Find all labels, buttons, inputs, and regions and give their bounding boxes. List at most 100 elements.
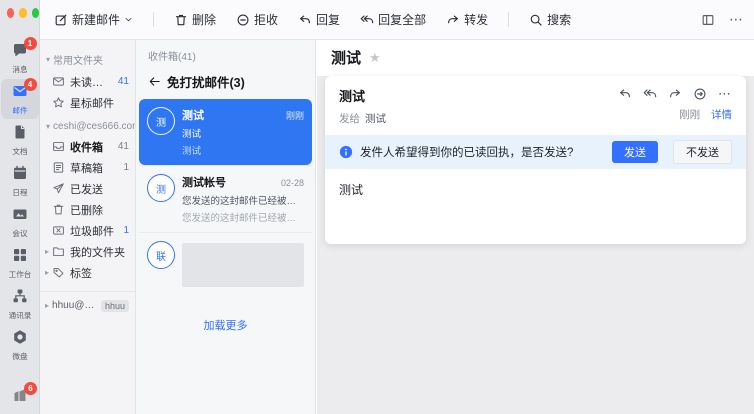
main-toolbar: 新建邮件 删除 拒收 回复 回复全部 转发 搜索 ⋯ <box>40 0 754 40</box>
disclosure-right-icon: ▸ <box>45 268 49 277</box>
info-icon <box>339 145 353 159</box>
mail-item[interactable]: 测 测试帐号 02-28 您发送的这封邮件已经被打开。 您发送的这封邮件已经被打… <box>139 165 312 232</box>
star-icon <box>52 96 65 109</box>
rail-item-contacts[interactable]: 通讯录 <box>1 284 39 324</box>
tag-icon <box>52 266 65 279</box>
rail-label: 文档 <box>1 146 37 156</box>
avatar: 测 <box>147 174 175 202</box>
folder-label: 未读邮件 <box>70 74 114 90</box>
avatar: 联 <box>147 241 175 269</box>
forward-label: 转发 <box>464 11 488 28</box>
rail-item-bottom-app[interactable]: 6 <box>0 387 40 408</box>
minus-circle-icon <box>236 13 250 27</box>
draft-icon <box>52 161 65 174</box>
mail-item[interactable]: 测 测试 刚刚 测试 测试 <box>139 99 312 165</box>
folder-inbox[interactable]: 收件箱 41 <box>40 136 135 157</box>
rail-item-calendar[interactable]: 日程 <box>1 161 39 201</box>
common-folders-header[interactable]: ▾ 常用文件夹 <box>40 48 135 71</box>
read-receipt-notice: 发件人希望得到你的已读回执，是否发送? 发送 不发送 <box>325 135 746 169</box>
mail-subject: 您发送的这封邮件已经被打开。 <box>182 193 304 207</box>
mail-subject: 测试 <box>182 126 304 140</box>
detail-link[interactable]: 详情 <box>711 109 732 121</box>
folder-label: 收件箱 <box>70 139 114 155</box>
forward-icon[interactable] <box>668 87 682 101</box>
send-receipt-button[interactable]: 发送 <box>612 141 658 163</box>
inbox-icon <box>52 140 65 153</box>
reply-button[interactable]: 回复 <box>298 11 340 28</box>
trash-icon <box>174 13 188 27</box>
forward-button[interactable]: 转发 <box>446 11 488 28</box>
folder-unread[interactable]: 未读邮件 41 <box>40 71 135 92</box>
back-row[interactable]: 免打扰邮件(3) <box>136 66 315 99</box>
disclosure-down-icon: ▾ <box>46 122 50 131</box>
folder-panel: ▾ 常用文件夹 未读邮件 41 星标邮件 ▾ ceshi@ces666.com … <box>40 40 136 414</box>
meeting-icon <box>12 206 28 222</box>
mail-item[interactable]: 联 <box>139 232 312 295</box>
reply-all-label: 回复全部 <box>378 11 426 28</box>
zoom-window-button[interactable] <box>32 8 39 18</box>
disclosure-right-icon: ▸ <box>45 301 49 310</box>
compose-button[interactable]: 新建邮件 <box>54 11 133 28</box>
more-icon[interactable]: ⋯ <box>718 86 732 102</box>
reply-icon[interactable] <box>618 87 632 101</box>
disclosure-down-icon: ▾ <box>46 55 50 64</box>
search-button[interactable]: 搜索 <box>529 11 571 28</box>
mail-list-header: 收件箱(41) <box>136 40 315 66</box>
reply-all-icon <box>360 13 374 27</box>
load-more-link[interactable]: 加载更多 <box>136 317 315 333</box>
account-2-row[interactable]: ▸ hhuu@ces666... hhuu <box>40 291 135 312</box>
reply-all-button[interactable]: 回复全部 <box>360 11 426 28</box>
document-icon <box>12 124 28 140</box>
minimize-window-button[interactable] <box>19 8 26 18</box>
calendar-icon <box>12 165 28 181</box>
reading-pane: 测试 ★ 测试 发给测试 ⋯ 刚刚 详情 <box>317 40 754 414</box>
reply-all-icon[interactable] <box>643 87 657 101</box>
common-folders-label: 常用文件夹 <box>53 52 103 67</box>
rail-item-meeting[interactable]: 会议 <box>1 202 39 242</box>
star-icon[interactable]: ★ <box>369 50 381 66</box>
rail-item-workbench[interactable]: 工作台 <box>1 243 39 283</box>
folder-label: 草稿箱 <box>70 160 119 176</box>
more-icon[interactable]: ⋯ <box>729 11 744 28</box>
rail-item-messages[interactable]: 1 消息 <box>1 38 39 78</box>
folder-my-folders[interactable]: ▸ 我的文件夹 <box>40 241 135 262</box>
message-card: 测试 发给测试 ⋯ 刚刚 详情 发件 <box>325 76 746 244</box>
layout-icon[interactable] <box>701 13 715 27</box>
message-title: 测试 <box>331 47 361 68</box>
unread-mail-icon <box>52 75 65 88</box>
folder-deleted[interactable]: 已删除 <box>40 199 135 220</box>
delete-label: 删除 <box>192 11 216 28</box>
dont-send-receipt-button[interactable]: 不发送 <box>673 140 732 164</box>
delete-button[interactable]: 删除 <box>174 11 216 28</box>
rail-item-docs[interactable]: 文档 <box>1 120 39 160</box>
folder-label: 我的文件夹 <box>70 244 129 260</box>
drafts-count: 1 <box>123 162 129 173</box>
mail-time: 刚刚 <box>286 109 304 122</box>
folder-drafts[interactable]: 草稿箱 1 <box>40 157 135 178</box>
reject-button[interactable]: 拒收 <box>236 11 278 28</box>
bottom-app-badge: 6 <box>24 382 37 395</box>
reject-label: 拒收 <box>254 11 278 28</box>
back-arrow-icon <box>148 75 161 88</box>
mail-preview: 您发送的这封邮件已经被打开。 <box>182 210 304 224</box>
toolbar-separator <box>153 12 154 27</box>
folder-tags[interactable]: ▸ 标签 <box>40 262 135 283</box>
folder-label: 星标邮件 <box>70 95 129 111</box>
account-header[interactable]: ▾ ceshi@ces666.com <box>40 117 135 136</box>
inbox-count: 41 <box>118 141 129 152</box>
grid-icon <box>12 247 28 263</box>
folder-label: 标签 <box>70 265 129 281</box>
folder-sent[interactable]: 已发送 <box>40 178 135 199</box>
resend-circle-icon[interactable] <box>693 87 707 101</box>
rail-item-drive[interactable]: 微盘 <box>1 325 39 365</box>
account-label: ceshi@ces666.com <box>53 121 136 132</box>
mail-list-panel: 收件箱(41) 免打扰邮件(3) 测 测试 刚刚 测试 测试 测 测试帐号 02… <box>136 40 316 414</box>
folder-junk[interactable]: 垃圾邮件 1 <box>40 220 135 241</box>
close-window-button[interactable] <box>7 8 14 18</box>
rail-label: 会议 <box>1 228 37 238</box>
folder-starred[interactable]: 星标邮件 <box>40 92 135 113</box>
junk-count: 1 <box>123 225 129 236</box>
rail-item-mail[interactable]: 4 邮件 <box>1 79 39 119</box>
rail-label: 通讯录 <box>1 310 37 320</box>
to-label: 发给 <box>339 113 360 125</box>
